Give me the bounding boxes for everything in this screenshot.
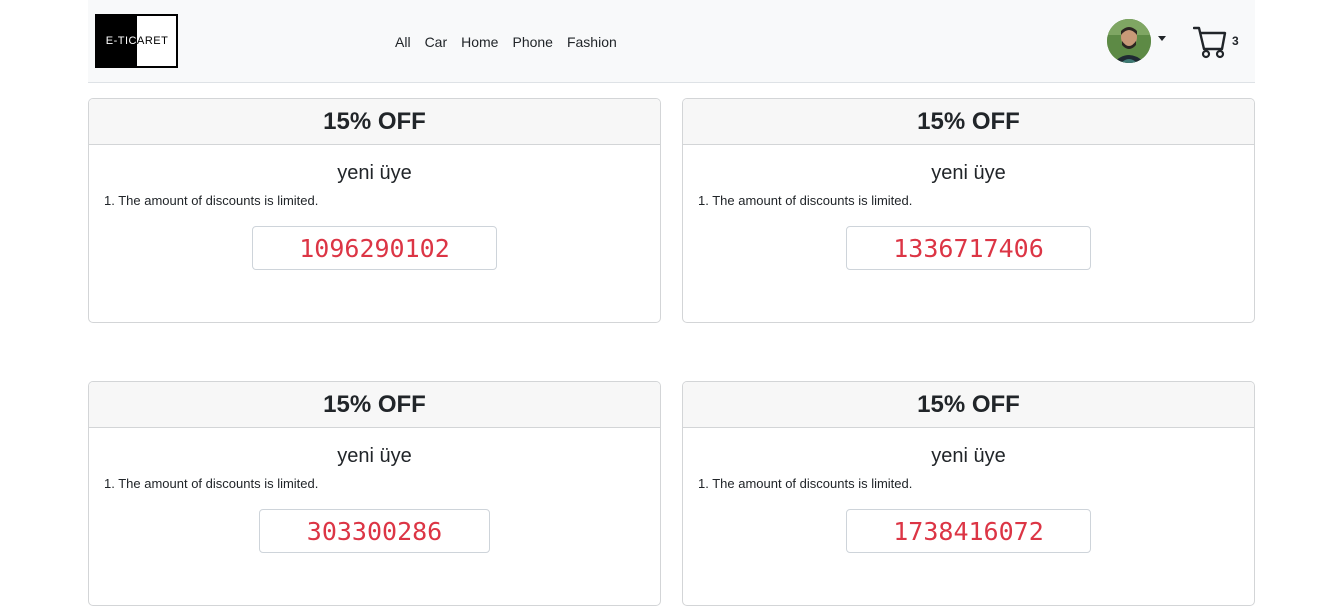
coupon-card: 15% OFF yeni üye 1. The amount of discou… (682, 98, 1255, 323)
avatar-image (1107, 19, 1151, 63)
nav-link-home[interactable]: Home (454, 32, 505, 52)
brand-logo[interactable]: E-TIC ARET (95, 14, 178, 68)
user-menu-caret-icon[interactable] (1158, 36, 1166, 41)
coupon-title: yeni üye (337, 162, 412, 184)
coupon-rule: 1. The amount of discounts is limited. (104, 193, 319, 208)
coupon-card: 15% OFF yeni üye 1. The amount of discou… (88, 98, 661, 323)
coupon-title: yeni üye (337, 445, 412, 467)
coupon-discount-header: 15% OFF (683, 99, 1254, 145)
coupon-title: yeni üye (931, 162, 1006, 184)
coupon-rule: 1. The amount of discounts is limited. (698, 476, 913, 491)
nav-link-car[interactable]: Car (418, 32, 455, 52)
cart-count-badge: 3 (1232, 34, 1239, 48)
nav-link-phone[interactable]: Phone (505, 32, 559, 52)
coupon-code[interactable]: 1336717406 (846, 226, 1091, 270)
coupon-code[interactable]: 303300286 (259, 509, 490, 553)
category-nav: All Car Home Phone Fashion (388, 32, 624, 52)
nav-link-all[interactable]: All (388, 32, 418, 52)
coupon-title: yeni üye (931, 445, 1006, 467)
cart-icon[interactable] (1192, 24, 1227, 60)
coupon-discount-header: 15% OFF (683, 382, 1254, 428)
navbar: E-TIC ARET All Car Home Phone Fashion 3 (88, 0, 1255, 83)
coupon-code[interactable]: 1096290102 (252, 226, 497, 270)
coupon-card: 15% OFF yeni üye 1. The amount of discou… (88, 381, 661, 606)
user-avatar[interactable] (1107, 19, 1151, 63)
coupon-rule: 1. The amount of discounts is limited. (698, 193, 913, 208)
nav-link-fashion[interactable]: Fashion (560, 32, 624, 52)
coupon-code[interactable]: 1738416072 (846, 509, 1091, 553)
logo-text-left: E-TIC (97, 16, 137, 66)
coupon-card: 15% OFF yeni üye 1. The amount of discou… (682, 381, 1255, 606)
coupon-discount-header: 15% OFF (89, 382, 660, 428)
coupon-discount-header: 15% OFF (89, 99, 660, 145)
coupon-rule: 1. The amount of discounts is limited. (104, 476, 319, 491)
cart-icon-svg (1192, 26, 1227, 59)
logo-text-right: ARET (137, 16, 176, 66)
